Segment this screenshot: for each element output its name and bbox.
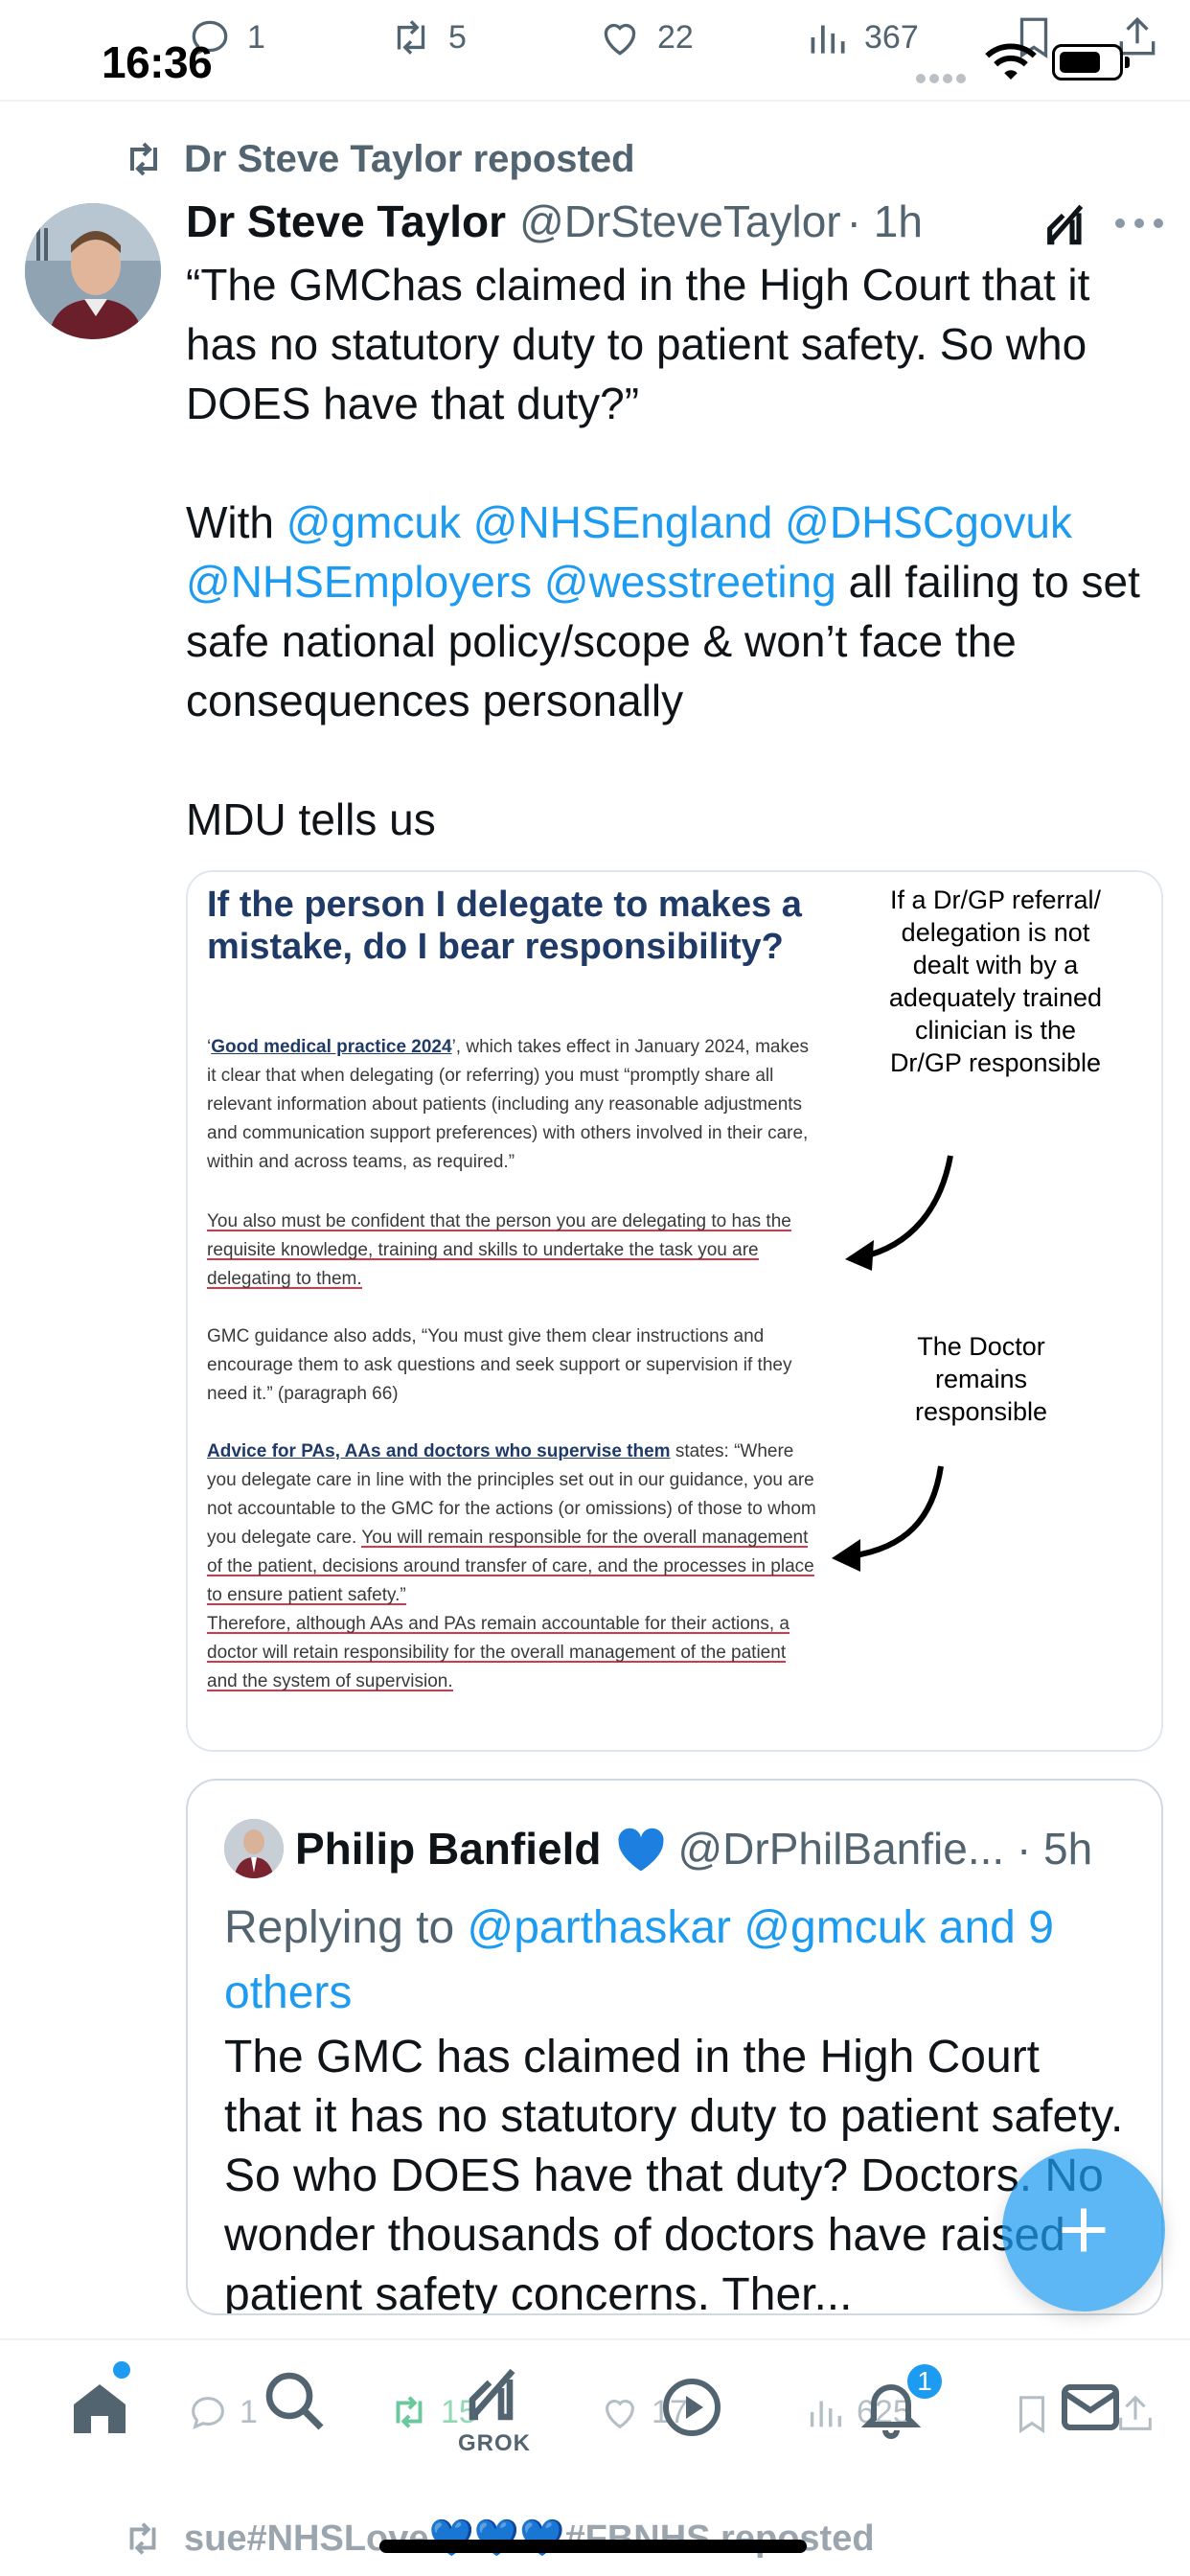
doc-link-advice: Advice for PAs, AAs and doctors who supe… xyxy=(207,1441,671,1461)
home-unread-dot xyxy=(113,2361,130,2379)
doc-paragraph-2-text: You also must be confident that the pers… xyxy=(207,1211,791,1289)
communities-icon[interactable] xyxy=(657,2373,726,2442)
author-avatar[interactable] xyxy=(25,203,161,339)
mention-nhsemployers[interactable]: @NHSEmployers xyxy=(186,557,532,607)
doc-paragraph-5-text: Therefore, although AAs and PAs remain a… xyxy=(207,1614,790,1691)
tweet-time[interactable]: · 1h xyxy=(847,196,923,247)
tweet-reply-action[interactable]: 1 xyxy=(186,2390,258,2434)
replying-to: Replying to @parthaskar @gmcuk and 9 oth… xyxy=(224,1896,1125,2026)
plus-icon xyxy=(1062,2208,1106,2252)
notifications-badge: 1 xyxy=(904,2361,945,2402)
mention-dhscgovuk[interactable]: @DHSCgovuk xyxy=(785,497,1072,547)
tweet-header: Dr Steve Taylor @DrSteveTaylor · 1h xyxy=(186,196,1163,247)
quoted-author-name[interactable]: Philip Banfield xyxy=(295,1823,601,1874)
prev-views-count: 367 xyxy=(864,18,919,56)
mention-nhsengland[interactable]: @NHSEngland xyxy=(473,497,773,547)
next-repost-indicator[interactable]: sue#NHSLove💙💙💙#FBNHS reposted xyxy=(121,2517,875,2561)
doc-title: If the person I delegate to makes a mist… xyxy=(207,885,802,967)
grok-label: GROK xyxy=(458,2430,531,2456)
quoted-author-handle[interactable]: @DrPhilBanfie... · 5h xyxy=(677,1823,1092,1874)
arrow-icon xyxy=(832,1465,944,1572)
author-name[interactable]: Dr Steve Taylor xyxy=(186,196,506,247)
annotation-question: If a Dr/GP referral/ delegation is not d… xyxy=(888,886,1103,1077)
prev-like-action[interactable]: 22 xyxy=(596,13,694,61)
wifi-icon xyxy=(985,43,1037,80)
author-handle[interactable]: @DrSteveTaylor xyxy=(519,196,841,247)
doc-paragraph-1: ‘Good medical practice 2024’, which take… xyxy=(207,1033,820,1177)
messages-icon[interactable] xyxy=(1056,2373,1125,2442)
repost-icon xyxy=(396,2396,423,2428)
avatar-photo xyxy=(25,203,161,339)
prev-reply-count: 1 xyxy=(247,18,265,56)
views-icon xyxy=(810,2401,842,2427)
quoted-header: Philip Banfield @DrPhilBanfie... · 5h xyxy=(224,1819,1092,1878)
prev-views-action[interactable]: 367 xyxy=(803,13,919,61)
tweet-reply-count: 1 xyxy=(240,2393,258,2430)
next-repost-label: sue#NHSLove💙💙💙#FBNHS reposted xyxy=(184,2518,875,2559)
top-overlay-bar: 1 5 22 367 16:36 xyxy=(0,0,1190,102)
repost-icon xyxy=(129,2522,156,2555)
tweet-paragraph-2: With @gmcuk @NHSEngland @DHSCgovuk @NHSE… xyxy=(186,493,1163,730)
quoted-avatar[interactable] xyxy=(224,1819,284,1878)
tweet-paragraph-1: “The GMChas claimed in the High Court th… xyxy=(186,260,1090,428)
tweet-paragraph-3: MDU tells us xyxy=(186,794,436,844)
signal-indicator xyxy=(916,71,970,83)
compose-button[interactable] xyxy=(1002,2149,1165,2312)
prev-like-count: 22 xyxy=(657,18,694,56)
replying-to-prefix: Replying to xyxy=(224,1902,468,1953)
doc-paragraph-5: Therefore, although AAs and PAs remain a… xyxy=(207,1610,820,1696)
tweet-body: “The GMChas claimed in the High Court th… xyxy=(186,255,1163,849)
doc-paragraph-4: Advice for PAs, AAs and doctors who supe… xyxy=(207,1438,820,1610)
more-icon[interactable] xyxy=(1113,217,1165,230)
like-icon xyxy=(604,23,636,56)
doc-link-gmp: Good medical practice 2024 xyxy=(211,1037,452,1057)
doc-paragraph-1-text: ’, which takes effect in January 2024, m… xyxy=(207,1037,810,1172)
status-time: 16:36 xyxy=(102,37,213,87)
repost-label: Dr Steve Taylor reposted xyxy=(184,137,635,180)
arrow-icon xyxy=(845,1155,953,1271)
blue-heart-icon xyxy=(618,1828,665,1872)
tweet-image[interactable]: If the person I delegate to makes a mist… xyxy=(186,870,1163,1752)
grok-icon[interactable] xyxy=(458,2359,527,2428)
mention-wesstreeting[interactable]: @wesstreeting xyxy=(544,557,836,607)
mention-gmcuk[interactable]: @gmcuk xyxy=(286,497,461,547)
quoted-text: The GMC has claimed in the High Court th… xyxy=(224,2032,1124,2315)
prev-repost-count: 5 xyxy=(448,18,467,56)
grok-icon[interactable] xyxy=(1039,197,1092,251)
battery-icon xyxy=(1052,44,1130,80)
doc-paragraph-3: GMC guidance also adds, “You must give t… xyxy=(207,1326,792,1404)
search-icon[interactable] xyxy=(261,2367,330,2436)
repost-icon xyxy=(397,20,425,55)
doc-paragraph-2: You also must be confident that the pers… xyxy=(207,1208,820,1294)
annotation-answer: The Doctor remains responsible xyxy=(914,1332,1048,1426)
tweet-paragraph-2-start: With xyxy=(186,497,286,547)
views-icon xyxy=(811,25,845,54)
repost-icon xyxy=(130,142,157,176)
like-icon xyxy=(606,2400,634,2429)
home-indicator[interactable] xyxy=(379,2540,807,2553)
repost-indicator[interactable]: Dr Steve Taylor reposted xyxy=(121,136,635,182)
bookmark-icon[interactable] xyxy=(1010,2392,1054,2436)
home-icon[interactable] xyxy=(65,2373,134,2442)
prev-repost-action[interactable]: 5 xyxy=(387,13,467,61)
reply-icon xyxy=(192,2397,224,2430)
